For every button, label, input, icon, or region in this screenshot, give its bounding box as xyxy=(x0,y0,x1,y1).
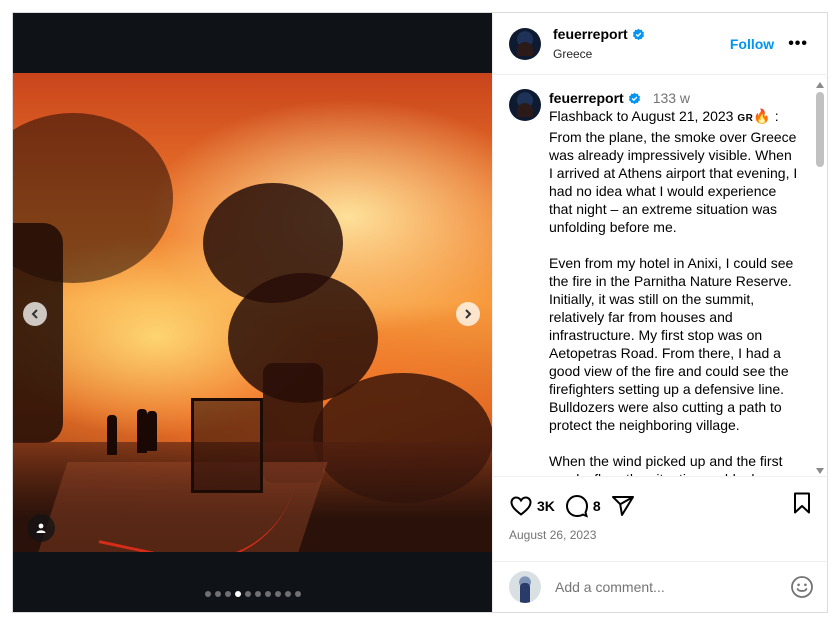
flag-greece: GR xyxy=(737,113,754,124)
caption-colon: : xyxy=(774,108,779,124)
chevron-left-icon xyxy=(31,309,38,319)
post-sidebar: feuerreport Greece Follow ••• feuerrepor… xyxy=(492,13,828,612)
post-date[interactable]: August 26, 2023 xyxy=(509,528,596,542)
caption-username[interactable]: feuerreport xyxy=(549,89,641,107)
username-label[interactable]: feuerreport xyxy=(553,26,628,42)
scroll-down-arrow[interactable] xyxy=(816,468,824,474)
fire-emoji: 🔥 xyxy=(753,108,771,124)
post-photo[interactable] xyxy=(13,73,492,552)
comment-icon xyxy=(565,494,588,518)
carousel-dot[interactable] xyxy=(274,591,281,597)
share-icon xyxy=(611,495,634,516)
more-options-icon[interactable]: ••• xyxy=(788,35,808,53)
carousel-indicator xyxy=(13,591,492,597)
caption-scroll-area[interactable]: feuerreport 133 w Flashback to August 21… xyxy=(493,76,828,476)
share-button[interactable] xyxy=(611,494,635,518)
media-panel xyxy=(13,13,492,612)
carousel-dot[interactable] xyxy=(284,591,291,597)
current-user-avatar xyxy=(509,571,541,603)
caption-paragraph-3: When the wind picked up and the first sp… xyxy=(549,453,783,476)
scroll-thumb[interactable] xyxy=(816,92,824,167)
next-image-button[interactable] xyxy=(456,302,480,326)
like-button[interactable]: 3K xyxy=(509,494,555,518)
scroll-up-arrow[interactable] xyxy=(816,82,824,88)
carousel-dot[interactable] xyxy=(234,591,241,597)
caption-author-avatar[interactable] xyxy=(509,89,541,121)
caption-p1-text: From the plane, the smoke over Greece wa… xyxy=(549,129,798,235)
carousel-dot[interactable] xyxy=(254,591,261,597)
heart-icon xyxy=(510,495,532,516)
carousel-dot[interactable] xyxy=(214,591,221,597)
add-comment-bar xyxy=(493,561,828,612)
previous-image-button[interactable] xyxy=(23,302,47,326)
caption-scrollbar[interactable] xyxy=(814,80,826,474)
caption-intro: Flashback to August 21, 2023 xyxy=(549,108,734,124)
author-username[interactable]: feuerreport xyxy=(553,26,645,42)
author-avatar[interactable] xyxy=(509,27,541,60)
post-header: feuerreport Greece Follow ••• xyxy=(493,13,828,75)
carousel-dot[interactable] xyxy=(264,591,271,597)
carousel-dot[interactable] xyxy=(224,591,231,597)
post-timestamp[interactable]: 133 w xyxy=(653,89,690,107)
carousel-dot[interactable] xyxy=(294,591,301,597)
comment-button[interactable]: 8 xyxy=(565,494,601,518)
post-dialog: feuerreport Greece Follow ••• feuerrepor… xyxy=(12,12,828,613)
comment-count[interactable]: 8 xyxy=(593,498,601,514)
verified-badge-icon xyxy=(632,28,644,40)
caption-body: feuerreport 133 w Flashback to August 21… xyxy=(549,89,799,476)
carousel-dot[interactable] xyxy=(204,591,211,597)
save-button[interactable] xyxy=(790,491,814,520)
verified-badge-icon xyxy=(628,92,640,104)
follow-button[interactable]: Follow xyxy=(730,36,774,52)
caption-username-label[interactable]: feuerreport xyxy=(549,89,624,107)
post-actions: 3K 8 August 26, 2023 xyxy=(493,476,828,561)
post-location[interactable]: Greece xyxy=(553,47,730,61)
carousel-dot[interactable] xyxy=(244,591,251,597)
caption-paragraph-2: Even from my hotel in Anixi, I could see… xyxy=(549,255,794,433)
tagged-users-button[interactable] xyxy=(27,514,55,542)
bookmark-icon xyxy=(794,492,810,514)
caption-paragraph-1: Flashback to August 21, 2023 GR🔥 : From … xyxy=(549,107,799,236)
like-count[interactable]: 3K xyxy=(537,498,555,514)
comment-input[interactable] xyxy=(555,579,790,595)
chevron-right-icon xyxy=(465,309,472,319)
emoji-icon[interactable] xyxy=(790,575,814,599)
user-tag-icon xyxy=(36,523,46,533)
